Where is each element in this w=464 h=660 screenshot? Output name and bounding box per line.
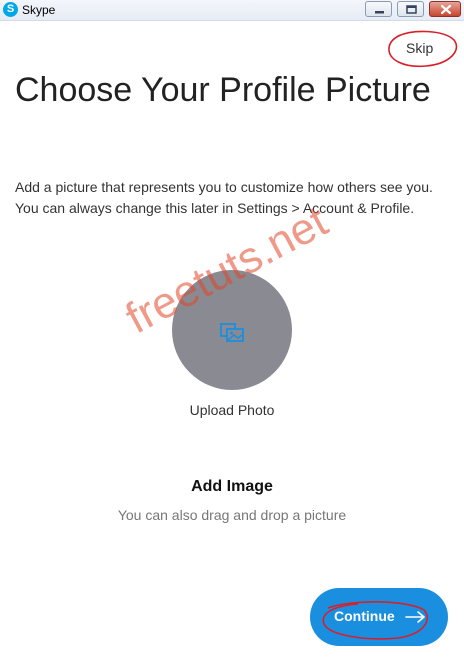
upload-photo-label[interactable]: Upload Photo bbox=[0, 402, 464, 418]
minimize-button[interactable] bbox=[365, 1, 392, 17]
skype-logo-icon: S bbox=[3, 2, 18, 17]
page-description: Add a picture that represents you to cus… bbox=[15, 179, 433, 216]
upload-photo-button[interactable] bbox=[172, 270, 292, 390]
title-bar: S Skype bbox=[0, 0, 464, 21]
drag-drop-hint: You can also drag and drop a picture bbox=[117, 507, 347, 523]
maximize-icon bbox=[406, 5, 417, 14]
add-image-title: Add Image bbox=[191, 478, 273, 495]
continue-label: Continue bbox=[334, 608, 395, 624]
minimize-icon bbox=[375, 11, 384, 14]
image-upload-icon bbox=[220, 323, 244, 342]
close-icon bbox=[440, 4, 452, 15]
close-button[interactable] bbox=[429, 1, 461, 17]
skip-link[interactable]: Skip bbox=[406, 40, 433, 56]
window-title: Skype bbox=[22, 3, 56, 17]
page-title: Choose Your Profile Picture bbox=[15, 71, 431, 109]
arrow-right-icon bbox=[405, 611, 425, 623]
continue-button[interactable]: Continue bbox=[310, 588, 448, 646]
skype-window: S Skype Skip Choose Your Profile Picture… bbox=[0, 0, 464, 660]
maximize-button[interactable] bbox=[397, 1, 424, 17]
